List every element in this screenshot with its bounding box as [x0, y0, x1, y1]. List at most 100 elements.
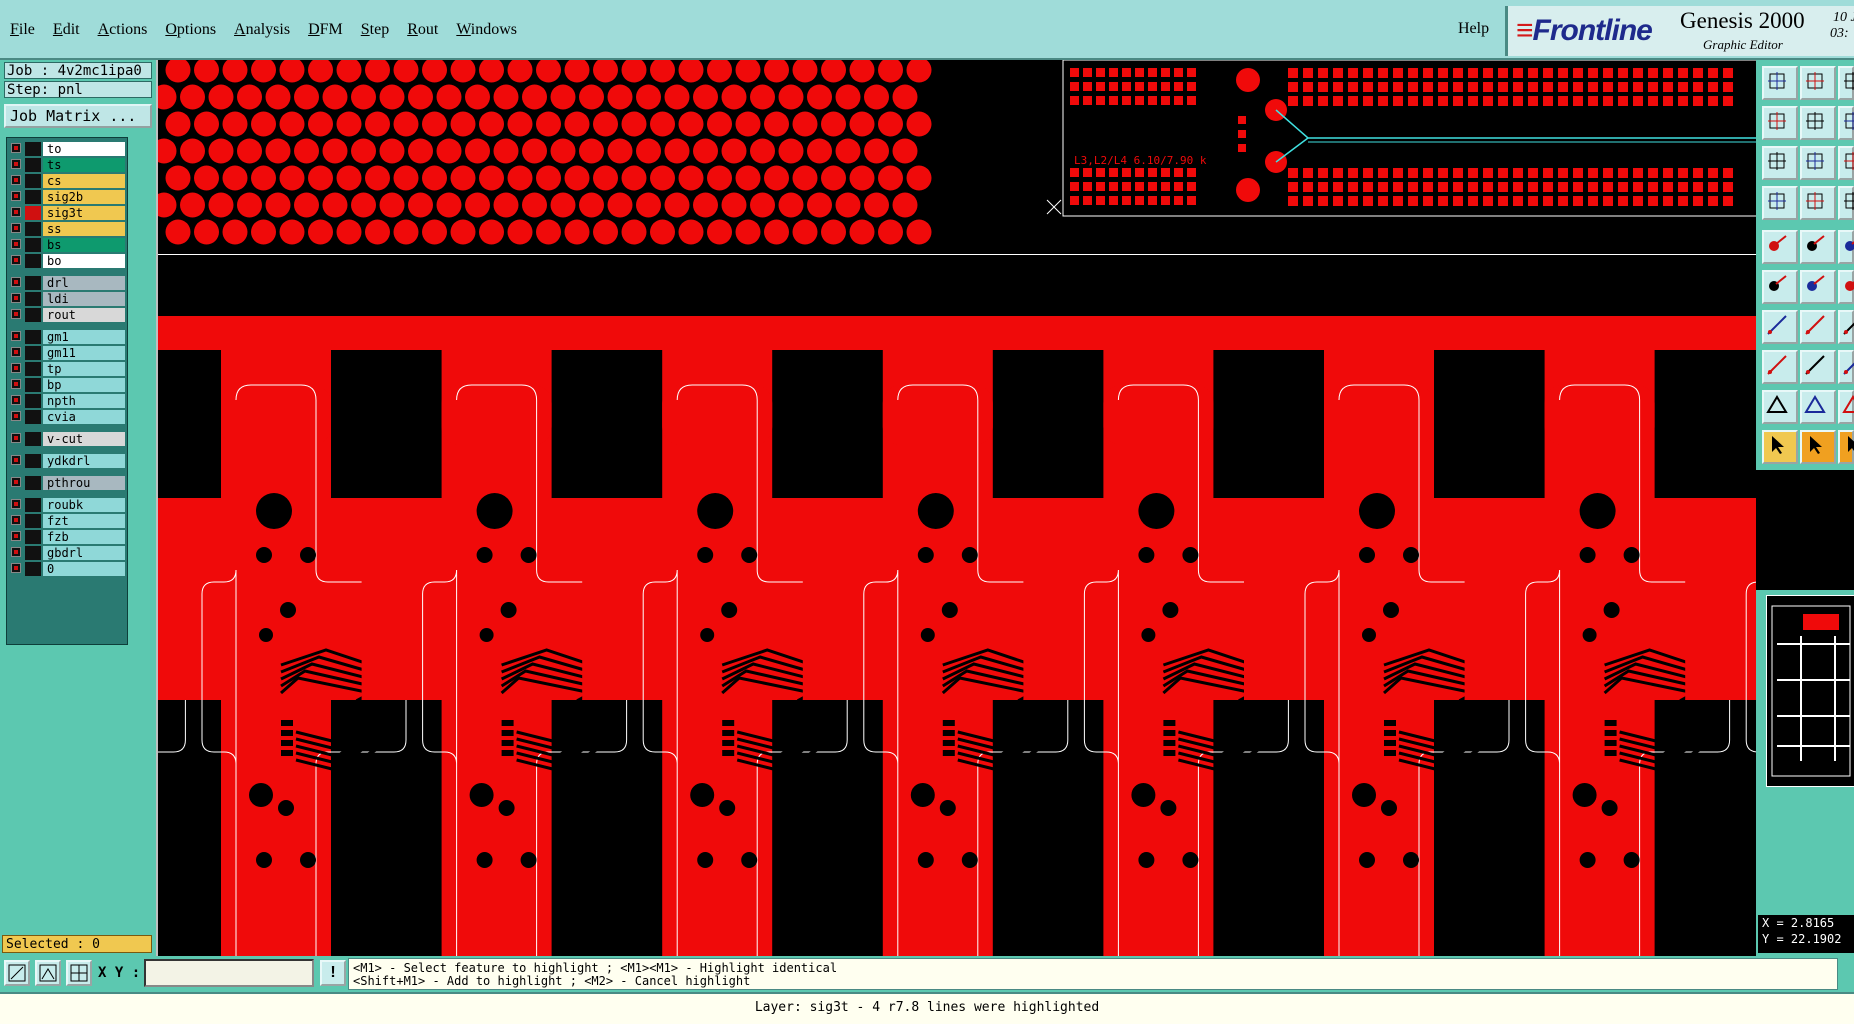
- pan-button[interactable]: [1838, 146, 1854, 180]
- select-mode-button[interactable]: [1838, 186, 1854, 220]
- layer-checkbox[interactable]: [11, 477, 21, 487]
- layer-checkbox[interactable]: [11, 547, 21, 557]
- grid-button[interactable]: [66, 960, 92, 986]
- layer-row-gbdrl[interactable]: gbdrl: [9, 546, 125, 560]
- graphic-canvas[interactable]: L3,L2/L4 6.10/7.90 k: [156, 60, 1756, 956]
- move-down-button[interactable]: [1800, 66, 1836, 100]
- layer-checkbox[interactable]: [11, 347, 21, 357]
- layer-row-ts[interactable]: ts: [9, 158, 125, 172]
- layer-checkbox[interactable]: [11, 395, 21, 405]
- layer-checkbox[interactable]: [11, 411, 21, 421]
- layer-row-gm11[interactable]: gm11: [9, 346, 125, 360]
- menu-step[interactable]: Step: [361, 21, 389, 39]
- menu-rout[interactable]: Rout: [407, 21, 438, 39]
- layer-checkbox[interactable]: [11, 433, 21, 443]
- layer-row-sig3t[interactable]: sig3t: [9, 206, 125, 220]
- layer-row-tp[interactable]: tp: [9, 362, 125, 376]
- layer-checkbox[interactable]: [11, 277, 21, 287]
- pointer-button[interactable]: [1762, 430, 1798, 464]
- layer-row-bs[interactable]: bs: [9, 238, 125, 252]
- snap-button[interactable]: [1762, 186, 1798, 220]
- pcb-view[interactable]: L3,L2/L4 6.10/7.90 k: [158, 60, 1756, 956]
- node-select-button[interactable]: [1800, 270, 1836, 304]
- layer-row-cvia[interactable]: cvia: [9, 410, 125, 424]
- move-up-button[interactable]: [1762, 66, 1798, 100]
- info-button[interactable]: !: [320, 960, 346, 986]
- pad-move-button[interactable]: [1838, 350, 1854, 384]
- net-select-button[interactable]: [1762, 270, 1798, 304]
- menu-windows[interactable]: Windows: [456, 21, 517, 39]
- menu-help[interactable]: Help: [1458, 20, 1489, 38]
- layer-checkbox[interactable]: [11, 223, 21, 233]
- menu-analysis[interactable]: Analysis: [234, 21, 290, 39]
- arc-edit-button[interactable]: [1800, 390, 1836, 424]
- line-edit-button[interactable]: [1800, 310, 1836, 344]
- move-right-button[interactable]: [1800, 106, 1836, 140]
- layer-row-fzb[interactable]: fzb: [9, 530, 125, 544]
- layer-row-cs[interactable]: cs: [9, 174, 125, 188]
- layer-checkbox[interactable]: [11, 563, 21, 573]
- rotate-button[interactable]: [1838, 106, 1854, 140]
- layer-checkbox[interactable]: [11, 379, 21, 389]
- layer-checkbox[interactable]: [11, 159, 21, 169]
- layer-checkbox[interactable]: [11, 499, 21, 509]
- menu-file[interactable]: File: [10, 21, 35, 39]
- layer-row-rout[interactable]: rout: [9, 308, 125, 322]
- layer-checkbox[interactable]: [11, 531, 21, 541]
- layer-row-bo[interactable]: bo: [9, 254, 125, 268]
- layer-row-roubk[interactable]: roubk: [9, 498, 125, 512]
- zoom-area-button[interactable]: [4, 960, 30, 986]
- layer-row-ldi[interactable]: ldi: [9, 292, 125, 306]
- arc-draw-button[interactable]: [1762, 390, 1798, 424]
- layer-checkbox[interactable]: [11, 363, 21, 373]
- panel-minimap[interactable]: [1766, 595, 1854, 787]
- feature-copy-button[interactable]: [1838, 230, 1854, 264]
- connect-button[interactable]: [1838, 270, 1854, 304]
- layer-row-fzt[interactable]: fzt: [9, 514, 125, 528]
- layer-checkbox[interactable]: [11, 207, 21, 217]
- layer-checkbox[interactable]: [11, 143, 21, 153]
- layer-checkbox[interactable]: [11, 331, 21, 341]
- measure-button[interactable]: [35, 960, 61, 986]
- layer-row-drl[interactable]: drl: [9, 276, 125, 290]
- layer-checkbox[interactable]: [11, 515, 21, 525]
- layer-checkbox[interactable]: [11, 309, 21, 319]
- pad-add-button[interactable]: [1762, 350, 1798, 384]
- pointer-select-button[interactable]: [1800, 430, 1836, 464]
- layer-row-npth[interactable]: npth: [9, 394, 125, 408]
- job-matrix-button[interactable]: Job Matrix ...: [4, 104, 152, 128]
- layer-row-to[interactable]: to: [9, 142, 125, 156]
- highlight-button[interactable]: [1838, 430, 1854, 464]
- xy-input[interactable]: [144, 959, 314, 987]
- layer-row-pthrou[interactable]: pthrou: [9, 476, 125, 490]
- menu-options[interactable]: Options: [165, 21, 216, 39]
- layer-row-sig2b[interactable]: sig2b: [9, 190, 125, 204]
- menu-dfm[interactable]: DFM: [308, 21, 343, 39]
- layer-row-v-cut[interactable]: v-cut: [9, 432, 125, 446]
- line-move-button[interactable]: [1838, 310, 1854, 344]
- layer-row-gm1[interactable]: gm1: [9, 330, 125, 344]
- feature-add-button[interactable]: [1762, 230, 1798, 264]
- layer-checkbox[interactable]: [11, 239, 21, 249]
- move-out-button[interactable]: [1838, 66, 1854, 100]
- layer-checkbox[interactable]: [11, 175, 21, 185]
- smd-pad: [1588, 82, 1598, 92]
- menu-actions[interactable]: Actions: [98, 21, 148, 39]
- pad-edit-button[interactable]: [1800, 350, 1836, 384]
- layer-checkbox[interactable]: [11, 455, 21, 465]
- layer-row-ydkdrl[interactable]: ydkdrl: [9, 454, 125, 468]
- layer-checkbox[interactable]: [11, 293, 21, 303]
- layer-row-ss[interactable]: ss: [9, 222, 125, 236]
- line-draw-button[interactable]: [1762, 310, 1798, 344]
- layer-row-0[interactable]: 0: [9, 562, 125, 576]
- feature-edit-button[interactable]: [1800, 230, 1836, 264]
- layer-checkbox[interactable]: [11, 191, 21, 201]
- layer-checkbox[interactable]: [11, 255, 21, 265]
- fit-box-button[interactable]: [1800, 146, 1836, 180]
- grid-view-button[interactable]: [1800, 186, 1836, 220]
- fit-all-button[interactable]: [1762, 146, 1798, 180]
- layer-row-bp[interactable]: bp: [9, 378, 125, 392]
- arc-move-button[interactable]: [1838, 390, 1854, 424]
- move-left-button[interactable]: [1762, 106, 1798, 140]
- menu-edit[interactable]: Edit: [53, 21, 80, 39]
